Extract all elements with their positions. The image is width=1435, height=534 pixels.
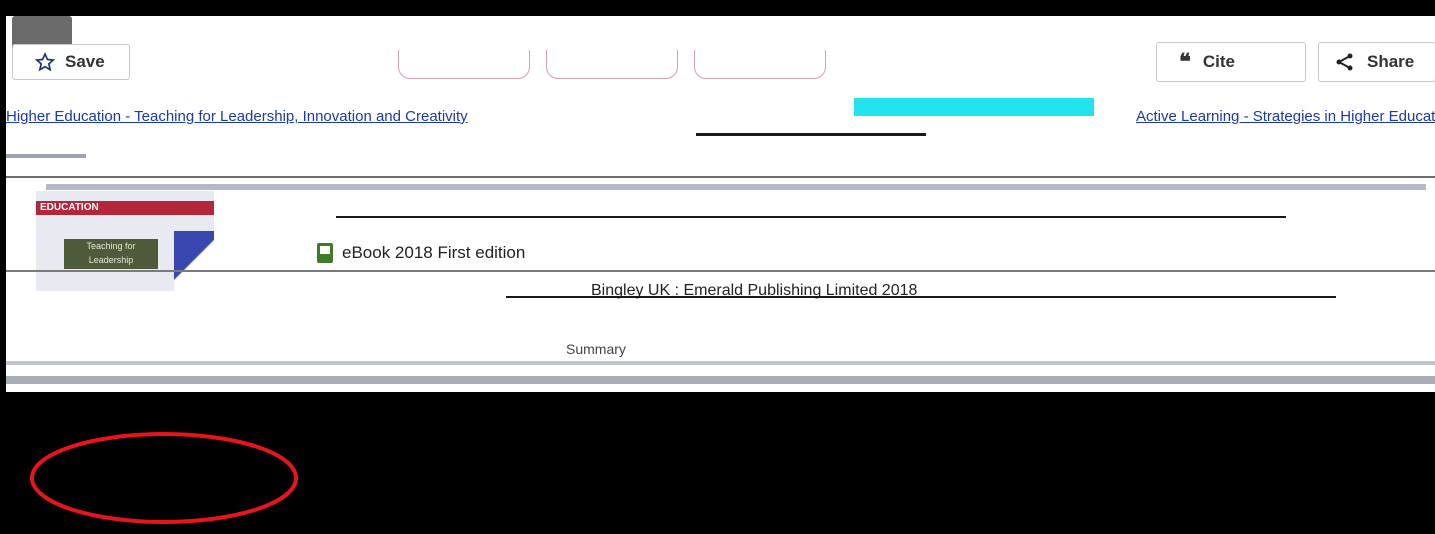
divider (506, 296, 1336, 298)
toolbar-button-2[interactable] (546, 50, 678, 79)
cover-title: Teaching for Leadership (64, 239, 158, 269)
divider (336, 216, 1286, 218)
toolbar-button-3[interactable] (694, 50, 826, 79)
cover-series: EDUCATION (36, 201, 214, 215)
divider (46, 184, 1426, 190)
save-label: Save (65, 52, 105, 71)
ebook-icon (317, 243, 333, 263)
divider (6, 270, 1435, 272)
breadcrumb: Higher Education - Teaching for Leadersh… (6, 108, 1435, 130)
record-page: Save ❝ Cite Share Higher Education - Tea… (6, 16, 1435, 392)
summary-text: Summary (566, 341, 626, 357)
format-info: eBook 2018 First edition (316, 242, 525, 264)
action-toolbar: Save ❝ Cite Share (6, 16, 1435, 86)
book-cover[interactable]: EDUCATION Teaching for Leadership (36, 191, 214, 291)
divider (6, 361, 1435, 365)
breadcrumb-link-right[interactable]: Active Learning - Strategies in Higher E… (1136, 108, 1435, 125)
cite-label: Cite (1202, 52, 1235, 71)
share-icon (1336, 53, 1353, 71)
save-button[interactable]: Save (12, 44, 130, 80)
share-button[interactable]: Share (1318, 42, 1435, 82)
breadcrumb-link-left[interactable]: Higher Education - Teaching for Leadersh… (6, 108, 468, 125)
divider (6, 376, 1435, 384)
divider (6, 176, 1435, 178)
toolbar-button-1[interactable] (398, 50, 530, 79)
star-outline-icon (35, 52, 55, 72)
cite-button[interactable]: ❝ Cite (1156, 42, 1306, 82)
quote-icon: ❝ (1179, 49, 1191, 75)
divider (6, 154, 86, 158)
share-label: Share (1367, 52, 1415, 71)
format-label: eBook 2018 First edition (342, 243, 526, 262)
cover-graphic (174, 231, 214, 291)
annotation-ellipse (30, 432, 298, 524)
divider (696, 133, 926, 136)
